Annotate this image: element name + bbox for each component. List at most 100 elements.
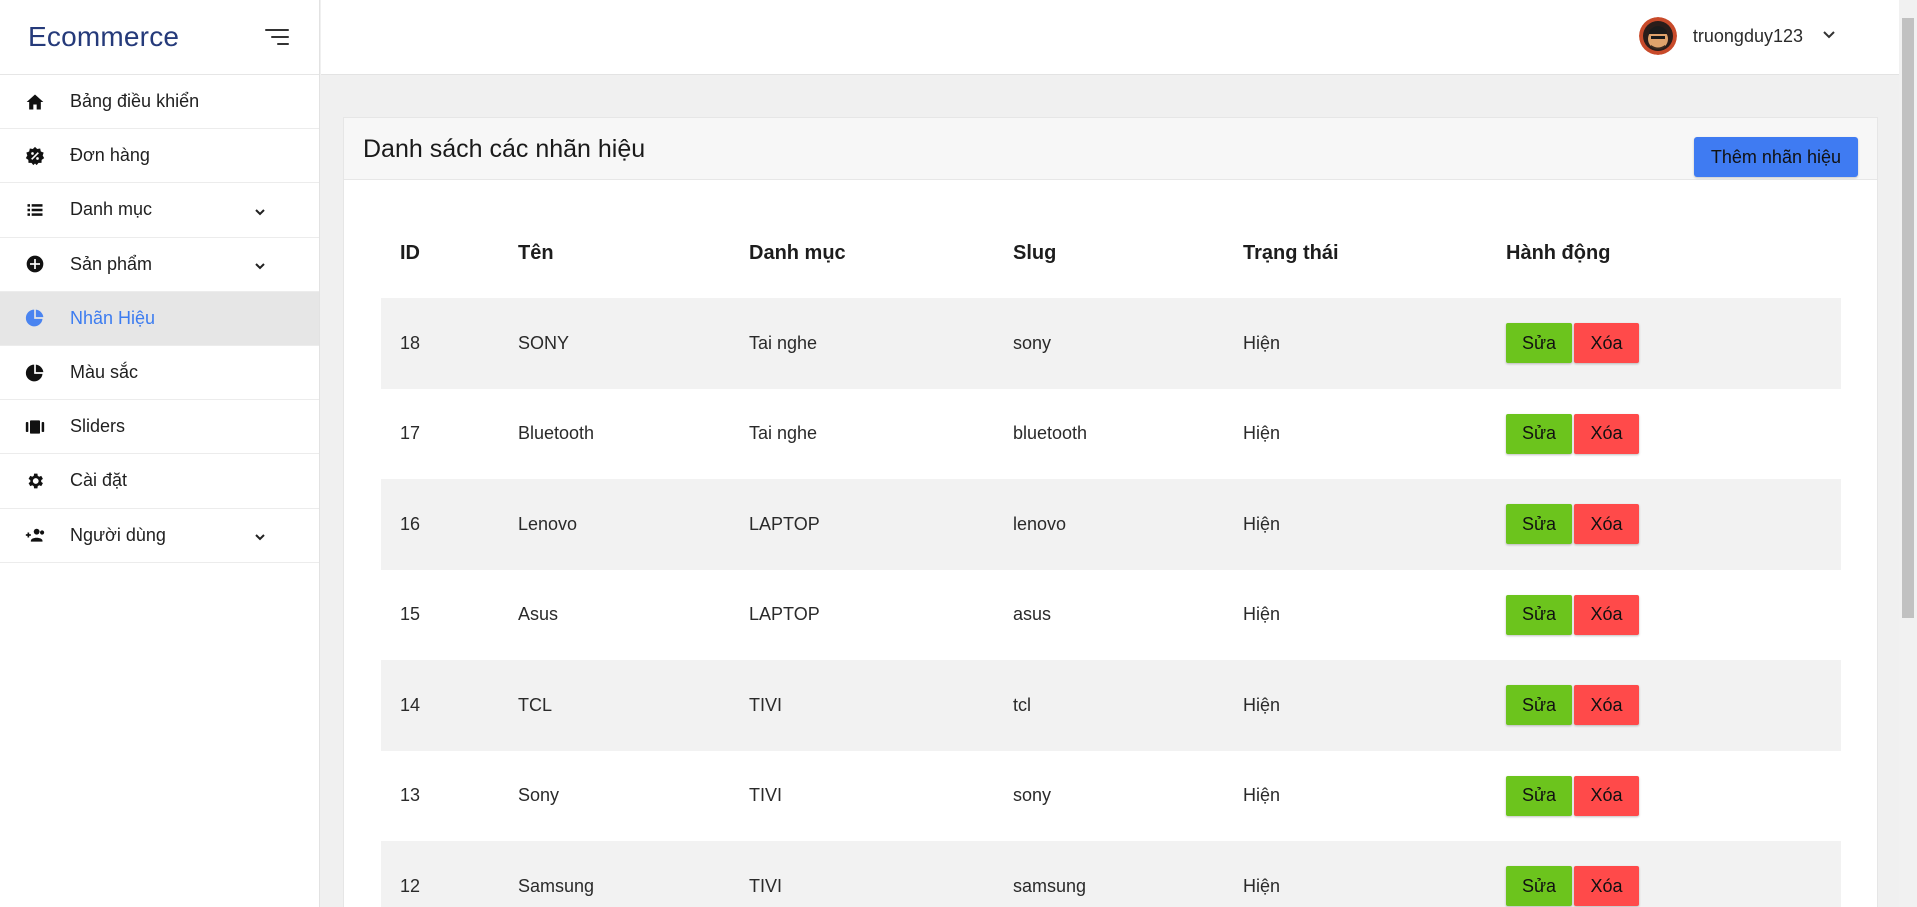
cell-actions: Sửa Xóa [1487, 298, 1841, 389]
cell-name: Bluetooth [518, 423, 595, 444]
sidebar-item-sliders[interactable]: Sliders [0, 400, 319, 455]
sidebar-item-label: Sản phẩm [70, 253, 153, 274]
cell-actions: Sửa Xóa [1487, 841, 1841, 907]
user-plus-icon [24, 524, 46, 546]
sidebar-item-cai-dat[interactable]: Cài đặt [0, 454, 319, 509]
cell-id: 13 [400, 785, 421, 806]
cell-actions: Sửa Xóa [1487, 389, 1841, 480]
home-icon [24, 91, 46, 113]
avatar[interactable] [1638, 17, 1677, 55]
cell-slug: sony [994, 298, 1224, 389]
pie-chart-icon [24, 362, 46, 384]
brands-table: ID Tên Danh mục Slug Trạng thái Hành độn… [381, 208, 1841, 907]
delete-button[interactable]: Xóa [1574, 685, 1639, 726]
column-header-slug: Slug [1013, 241, 1057, 264]
delete-button[interactable]: Xóa [1574, 323, 1639, 364]
cell-status: Hiện [1243, 423, 1281, 444]
cell-name: Samsung [499, 841, 730, 907]
chevron-down-icon[interactable] [253, 257, 267, 271]
table-row: 14 TCL TIVI tcl Hiện Sửa Xóa [381, 660, 1841, 751]
delete-button[interactable]: Xóa [1574, 775, 1639, 816]
delete-button[interactable]: Xóa [1574, 866, 1639, 907]
sidebar: Ecommerce Bảng điều khiển Đơn hàng Danh mụ… [0, 0, 320, 907]
cell-slug: asus [1013, 604, 1052, 625]
column-header-actions: Hành động [1506, 241, 1611, 264]
cell-slug: lenovo [994, 479, 1224, 570]
card-header: Danh sách các nhãn hiệu Thêm nhãn hiệu [344, 118, 1877, 180]
column-header-status: Trạng thái [1243, 241, 1339, 264]
sidebar-item-label: Màu sắc [70, 362, 139, 383]
list-icon [24, 199, 46, 221]
table-body: 18 SONY Tai nghe sony Hiện Sửa Xóa 17 Bluetooth T… [381, 298, 1841, 907]
cell-id: 18 [381, 298, 499, 389]
edit-button[interactable]: Sửa [1506, 323, 1572, 364]
brands-card: Danh sách các nhãn hiệu Thêm nhãn hiệu I… [343, 117, 1878, 907]
page-title: Danh sách các nhãn hiệu [363, 135, 646, 163]
scrollbar-thumb[interactable] [1902, 18, 1914, 618]
table-row: 12 Samsung TIVI samsung Hiện Sửa Xóa [381, 841, 1841, 907]
username[interactable]: truongduy123 [1693, 26, 1803, 47]
sidebar-item-san-pham[interactable]: Sản phẩm [0, 238, 319, 292]
menu-toggle-icon[interactable] [263, 26, 289, 48]
cell-status: Hiện [1224, 479, 1487, 570]
column-header-name: Tên [518, 241, 554, 264]
brand-title[interactable]: Ecommerce [28, 21, 179, 53]
sidebar-item-don-hang[interactable]: Đơn hàng [0, 129, 319, 184]
cell-status: Hiện [1224, 298, 1487, 389]
cell-status: Hiện [1224, 841, 1487, 907]
vertical-scrollbar[interactable] [1899, 0, 1917, 907]
table-row: 16 Lenovo LAPTOP lenovo Hiện Sửa Xóa [381, 479, 1841, 570]
sidebar-item-label: Sliders [70, 416, 126, 437]
cell-category: TIVI [730, 841, 994, 907]
cell-category: TIVI [730, 660, 994, 751]
cell-id: 16 [381, 479, 499, 570]
top-header: truongduy123 [321, 0, 1899, 75]
cell-category: Tai nghe [730, 298, 994, 389]
sidebar-item-label: Cài đặt [70, 470, 128, 491]
delete-button[interactable]: Xóa [1574, 594, 1639, 635]
chevron-down-icon[interactable] [253, 528, 267, 542]
plus-circle-icon [24, 253, 46, 275]
table-row: 18 SONY Tai nghe sony Hiện Sửa Xóa [381, 298, 1841, 389]
table-header-row: ID Tên Danh mục Slug Trạng thái Hành độn… [381, 208, 1841, 298]
column-header-category: Danh mục [749, 241, 846, 264]
cell-name: SONY [499, 298, 730, 389]
add-brand-button[interactable]: Thêm nhãn hiệu [1693, 137, 1858, 177]
edit-button[interactable]: Sửa [1506, 775, 1572, 816]
edit-button[interactable]: Sửa [1506, 685, 1572, 726]
cell-slug: samsung [994, 841, 1224, 907]
cell-slug: sony [1013, 785, 1052, 806]
cell-category: LAPTOP [730, 479, 994, 570]
chevron-down-icon[interactable] [253, 203, 267, 217]
user-menu[interactable]: truongduy123 [1638, 17, 1837, 55]
gear-icon [24, 470, 46, 492]
sidebar-item-mau-sac[interactable]: Màu sắc [0, 346, 319, 401]
cell-status: Hiện [1243, 604, 1281, 625]
edit-button[interactable]: Sửa [1506, 504, 1572, 545]
delete-button[interactable]: Xóa [1574, 504, 1639, 545]
sidebar-item-danh-muc[interactable]: Danh mục [0, 183, 319, 238]
table-row: 15 Asus LAPTOP asus Hiện Sửa Xóa [381, 570, 1841, 661]
delete-button[interactable]: Xóa [1574, 413, 1639, 454]
sidebar-item-nguoi-dung[interactable]: Người dùng [0, 509, 319, 563]
app: Ecommerce Bảng điều khiển Đơn hàng Danh mụ… [0, 0, 1917, 907]
cell-name: Asus [518, 604, 559, 625]
cell-id: 12 [381, 841, 499, 907]
chevron-down-icon[interactable] [1821, 26, 1837, 47]
sidebar-item-label: Bảng điều khiển [70, 91, 200, 112]
table-row: 13 Sony TIVI sony Hiện Sửa Xóa [381, 751, 1841, 842]
column-header-id: ID [400, 241, 420, 264]
cell-category: TIVI [749, 785, 783, 806]
cell-id: 14 [381, 660, 499, 751]
cell-actions: Sửa Xóa [1487, 660, 1841, 751]
sidebar-item-nhan-hieu[interactable]: Nhãn Hiệu [0, 291, 319, 346]
cell-name: Sony [518, 785, 560, 806]
cell-id: 17 [400, 423, 421, 444]
edit-button[interactable]: Sửa [1506, 866, 1572, 907]
cell-slug: tcl [994, 660, 1224, 751]
edit-button[interactable]: Sửa [1506, 594, 1572, 635]
cell-id: 15 [400, 604, 421, 625]
cell-actions: Sửa Xóa [1487, 479, 1841, 570]
sidebar-item-bang-dieu-khien[interactable]: Bảng điều khiển [0, 75, 319, 130]
edit-button[interactable]: Sửa [1506, 413, 1572, 454]
